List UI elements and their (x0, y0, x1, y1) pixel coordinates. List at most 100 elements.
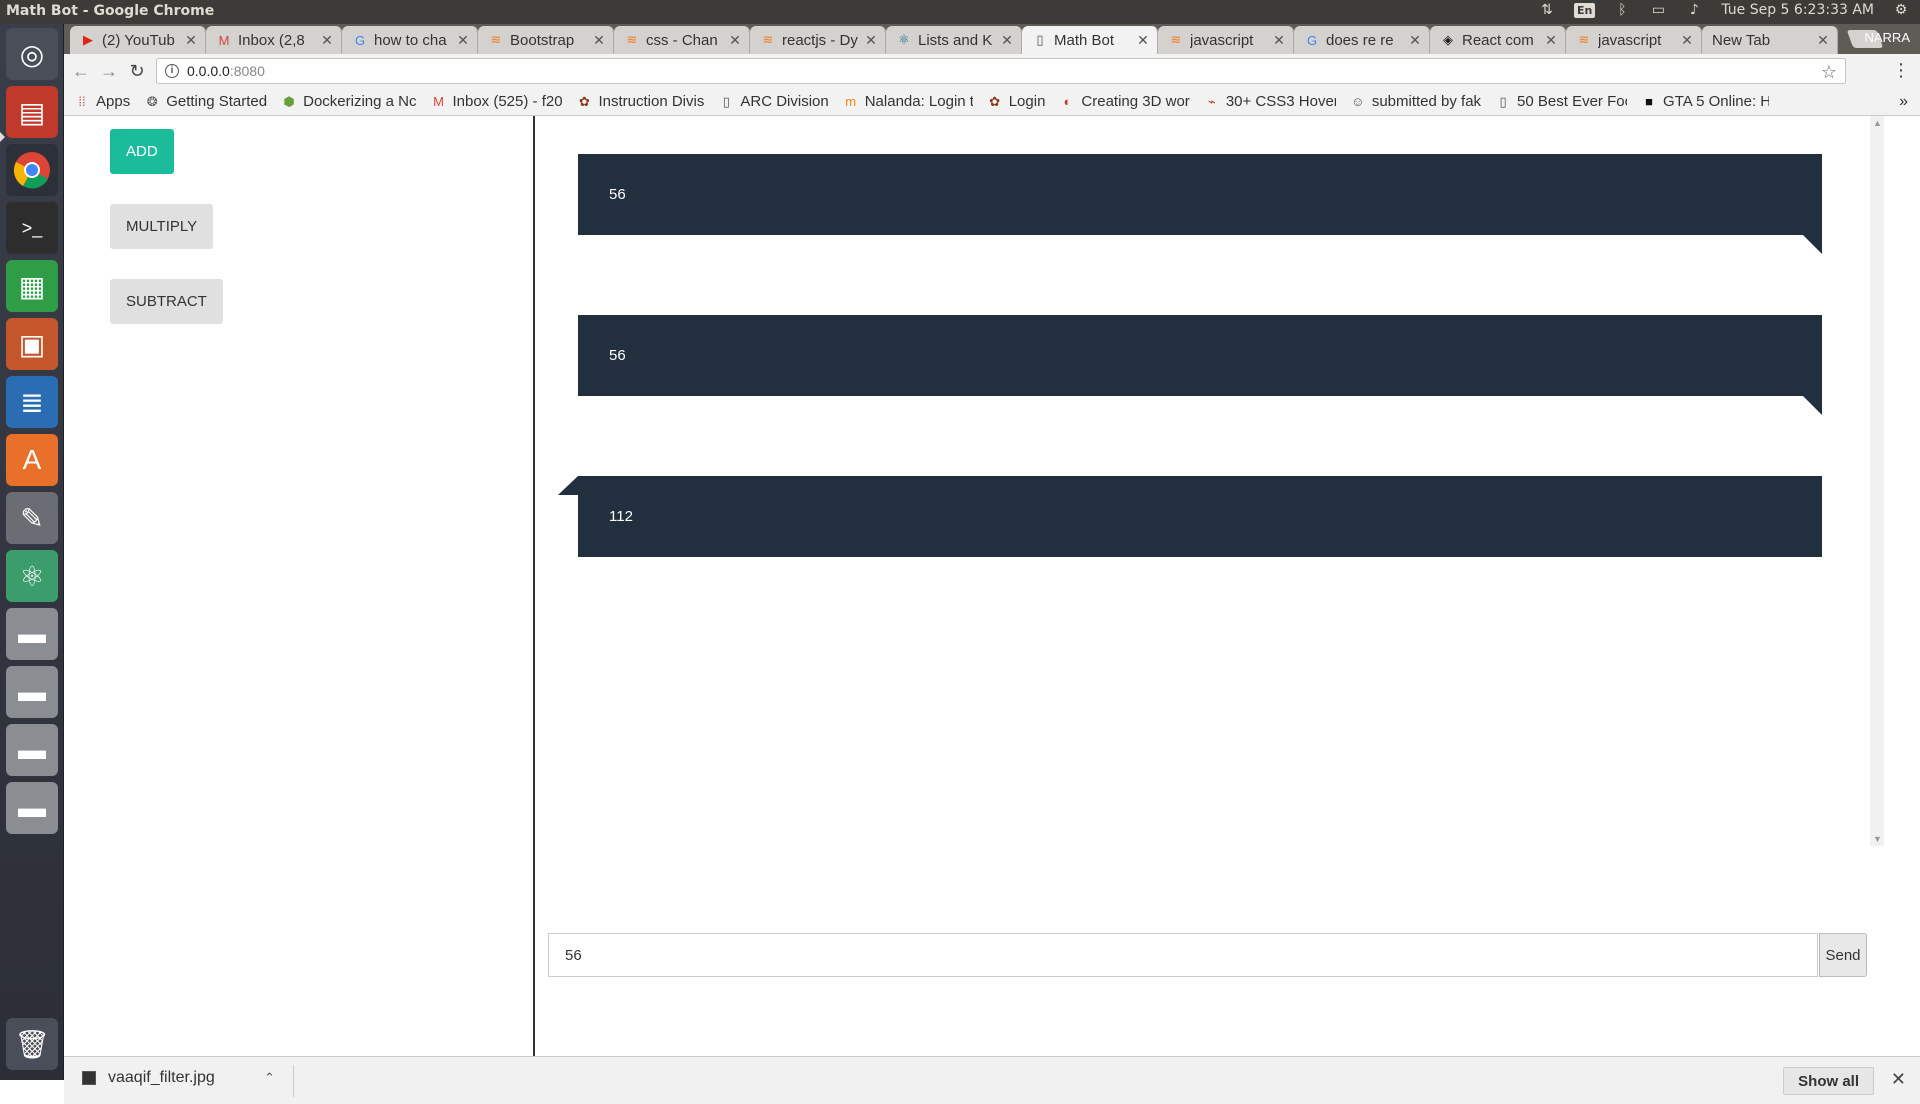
close-tab-icon[interactable]: ✕ (591, 32, 607, 49)
browser-tab[interactable]: Gdoes re re ✕ (1294, 26, 1430, 54)
google-icon: G (354, 32, 366, 48)
browser-tab[interactable]: ▯ Math Bot ✕ (1022, 26, 1158, 54)
volume-icon[interactable]: ♪ (1685, 2, 1703, 18)
bluetooth-icon[interactable]: ᛒ (1613, 2, 1631, 18)
message-scrollbar[interactable]: ▲ ▼ (1870, 116, 1884, 846)
message-list[interactable]: 56 56 112 (537, 116, 1880, 846)
bookmark-item[interactable]: ■ GTA 5 Online: Ho (1641, 93, 1769, 110)
address-bar[interactable]: i 0.0.0.0 :8080 ☆ (156, 58, 1846, 84)
writer-icon[interactable]: ≣ (6, 376, 58, 428)
close-tab-icon[interactable]: ✕ (863, 32, 879, 49)
scroll-up-icon[interactable]: ▲ (1873, 118, 1882, 128)
browser-tab[interactable]: New Tab ✕ (1702, 26, 1838, 54)
bookmark-item[interactable]: ✿ Login (987, 93, 1045, 110)
bookmark-label: Getting Started (166, 93, 268, 110)
terminal-icon[interactable]: >_ (6, 202, 58, 254)
chat-area: 56 56 112 ▲ ▼ Send (537, 116, 1920, 1056)
browser-tab[interactable]: M Inbox (2,8 ✕ (206, 26, 342, 54)
browser-tab[interactable]: ≋ javascript ✕ (1158, 26, 1294, 54)
battery-icon[interactable]: ▭ (1649, 2, 1667, 18)
system-settings-icon[interactable]: ✎ (6, 492, 58, 544)
close-tab-icon[interactable]: ✕ (999, 32, 1015, 49)
tab-label: New Tab (1712, 31, 1771, 49)
subtract-button[interactable]: SUBTRACT (110, 279, 223, 324)
bookmark-item[interactable]: ▯ 50 Best Ever Foo (1495, 93, 1627, 110)
software-center-icon[interactable]: A (6, 434, 58, 486)
close-tab-icon[interactable]: ✕ (727, 32, 743, 49)
drive-icon[interactable]: ▬ (6, 666, 58, 718)
add-button[interactable]: ADD (110, 129, 174, 174)
keyboard-layout-indicator[interactable]: En (1574, 2, 1596, 18)
back-button[interactable]: ← (70, 60, 92, 82)
bookmark-item[interactable]: ☺ submitted by fak (1350, 93, 1481, 110)
browser-tab[interactable]: ⚛ Lists and K ✕ (886, 26, 1022, 54)
network-icon[interactable]: ⇅ (1538, 2, 1556, 18)
multiply-button[interactable]: MULTIPLY (110, 204, 214, 249)
close-tab-icon[interactable]: ✕ (183, 32, 199, 49)
info-icon[interactable]: i (165, 64, 179, 78)
clock[interactable]: Tue Sep 5 6:23:33 AM (1721, 2, 1874, 18)
show-all-button[interactable]: Show all (1783, 1067, 1874, 1095)
bookmark-item[interactable]: ❂ Getting Started (144, 93, 267, 110)
forward-button[interactable]: → (98, 60, 120, 82)
download-item[interactable]: vaaqif_filter.jpg (82, 1069, 215, 1087)
browser-tab[interactable]: Ghow to cha ✕ (342, 26, 478, 54)
reload-button[interactable]: ↻ (126, 60, 148, 82)
bookmark-item[interactable]: m Nalanda: Login t (843, 93, 972, 110)
spreadsheet-icon[interactable]: ▦ (6, 260, 58, 312)
browser-tab[interactable]: ≋ Bootstrap ✕ (478, 26, 614, 54)
chrome-icon[interactable] (6, 144, 58, 196)
scroll-down-icon[interactable]: ▼ (1873, 834, 1882, 844)
files-icon[interactable]: ▤ (6, 86, 58, 138)
browser-window: ▶ (2) YouTub ✕ M Inbox (2,8 ✕ Ghow to cha ✕ ≋ Boo… (64, 24, 1920, 1104)
presentation-icon[interactable]: ▣ (6, 318, 58, 370)
more-bookmarks-icon[interactable]: » (1899, 93, 1908, 111)
bookmark-item[interactable]: ⌁ 30+ CSS3 Hover (1204, 93, 1336, 110)
browser-tab[interactable]: ◈ React com ✕ (1430, 26, 1566, 54)
bookmark-label: Creating 3D wor (1081, 93, 1190, 110)
bookmark-label: Instruction Divis (598, 93, 705, 110)
bookmark-item[interactable]: ✿ Instruction Divis (576, 93, 704, 110)
bookmark-item[interactable]: ⬢ Dockerizing a Nc (281, 93, 416, 110)
browser-tab[interactable]: ≋ reactjs - Dy ✕ (750, 26, 886, 54)
send-button[interactable]: Send (1819, 933, 1867, 977)
close-tab-icon[interactable]: ✕ (1679, 32, 1695, 49)
browser-tab[interactable]: ≋ javascript ✕ (1566, 26, 1702, 54)
browser-tab[interactable]: ▶ (2) YouTub ✕ (70, 26, 206, 54)
google-icon: G (1306, 32, 1318, 48)
bookmark-item[interactable]: ◐ Creating 3D wor (1059, 93, 1189, 110)
atom-icon[interactable]: ⚛ (6, 550, 58, 602)
message-input[interactable] (548, 933, 1818, 977)
browser-tab[interactable]: ≋ css - Chan ✕ (614, 26, 750, 54)
drive-icon[interactable]: ▬ (6, 608, 58, 660)
chevron-up-icon[interactable]: ⌃ (264, 1070, 275, 1086)
trash-icon[interactable]: 🗑 (6, 1018, 58, 1070)
bookmark-item[interactable]: M Inbox (525) - f20 (430, 93, 562, 110)
url-host: 0.0.0.0 (187, 63, 230, 79)
gmail-icon: M (218, 32, 230, 48)
close-tab-icon[interactable]: ✕ (1135, 32, 1151, 49)
drive-icon[interactable]: ▬ (6, 782, 58, 834)
gear-icon[interactable]: ⚙ (1892, 2, 1910, 18)
stackoverflow-icon: ≋ (762, 32, 774, 47)
drive-icon[interactable]: ▬ (6, 724, 58, 776)
chrome-menu-icon[interactable]: ⋮ (1892, 60, 1910, 81)
tab-label: Lists and K (918, 31, 993, 49)
close-tab-icon[interactable]: ✕ (1407, 32, 1423, 49)
page-icon: ▯ (722, 93, 730, 109)
close-tab-icon[interactable]: ✕ (319, 32, 335, 49)
tab-label: (2) YouTub (102, 31, 175, 49)
tab-label: how to cha (374, 31, 447, 49)
close-tab-icon[interactable]: ✕ (455, 32, 471, 49)
image-file-icon (82, 1071, 96, 1085)
profile-name[interactable]: NARRA (1864, 30, 1910, 45)
close-tab-icon[interactable]: ✕ (1543, 32, 1559, 49)
bookmark-star-icon[interactable]: ☆ (1821, 62, 1837, 83)
close-tab-icon[interactable]: ✕ (1815, 32, 1831, 49)
ubuntu-dash-icon[interactable]: ◎ (6, 28, 58, 80)
close-tab-icon[interactable]: ✕ (1271, 32, 1287, 49)
apps-shortcut[interactable]: ⁞⁞ Apps (74, 93, 130, 110)
codepen-icon: ◈ (1443, 32, 1453, 47)
bookmark-item[interactable]: ▯ ARC Division (718, 93, 829, 110)
moodle-icon: m (845, 94, 857, 109)
